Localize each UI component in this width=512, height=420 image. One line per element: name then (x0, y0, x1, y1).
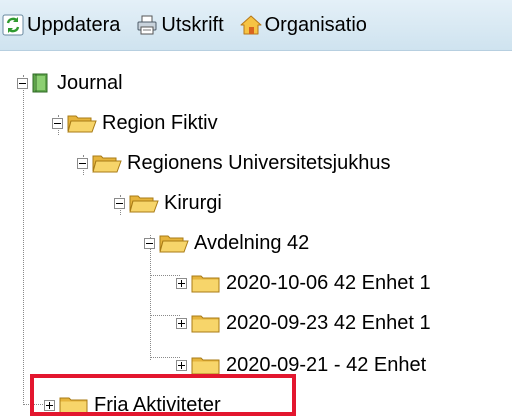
expand-toggle[interactable] (176, 317, 187, 329)
tree-connector (23, 75, 24, 405)
folder-closed-icon (191, 355, 221, 375)
refresh-button-label: Uppdatera (27, 13, 121, 36)
collapse-toggle[interactable] (52, 117, 63, 129)
tree-node-kirurgi[interactable]: Kirurgi (114, 188, 222, 218)
tree-view: Journal Region Fiktiv Regionens Universi… (0, 51, 512, 419)
printer-icon (136, 14, 158, 36)
tree-node-region-fiktiv[interactable]: Region Fiktiv (52, 108, 218, 138)
tree-node-journal[interactable]: Journal (17, 68, 123, 98)
tree-node-label: Regionens Universitetsjukhus (127, 152, 391, 174)
tree-node-2020-09-23[interactable]: 2020-09-23 42 Enhet 1 (176, 308, 431, 338)
collapse-toggle[interactable] (144, 237, 155, 249)
folder-open-icon (129, 193, 159, 213)
toolbar: Uppdatera Utskrift Organisatio (0, 0, 512, 51)
expand-toggle[interactable] (176, 277, 187, 289)
organisation-button[interactable]: Organisatio (238, 8, 371, 42)
tree-node-label: Kirurgi (164, 192, 222, 214)
print-button-label: Utskrift (161, 13, 224, 36)
refresh-icon (2, 14, 24, 36)
tree-node-label: Region Fiktiv (102, 112, 218, 134)
tree-node-universitetsjukhus[interactable]: Regionens Universitetsjukhus (77, 148, 390, 178)
tree-node-label: Avdelning 42 (194, 232, 310, 254)
book-icon (32, 73, 48, 93)
folder-closed-icon (191, 313, 221, 333)
tree-node-label: Journal (57, 72, 123, 94)
print-button[interactable]: Utskrift (134, 8, 227, 42)
folder-open-icon (92, 153, 122, 173)
tree-node-2020-10-06[interactable]: 2020-10-06 42 Enhet 1 (176, 268, 431, 298)
tree-node-label: 2020-10-06 42 Enhet 1 (226, 272, 431, 294)
refresh-button[interactable]: Uppdatera (0, 8, 124, 42)
collapse-toggle[interactable] (114, 197, 125, 209)
folder-closed-icon (191, 273, 221, 293)
home-icon (240, 14, 262, 36)
tree-node-label: 2020-09-23 42 Enhet 1 (226, 312, 431, 334)
folder-open-icon (67, 113, 97, 133)
expand-toggle[interactable] (176, 359, 187, 371)
collapse-toggle[interactable] (17, 77, 28, 89)
collapse-toggle[interactable] (77, 157, 88, 169)
highlight-box (30, 374, 296, 416)
folder-open-icon (159, 233, 189, 253)
organisation-button-label: Organisatio (264, 13, 367, 36)
tree-node-avdelning-42[interactable]: Avdelning 42 (144, 228, 309, 258)
